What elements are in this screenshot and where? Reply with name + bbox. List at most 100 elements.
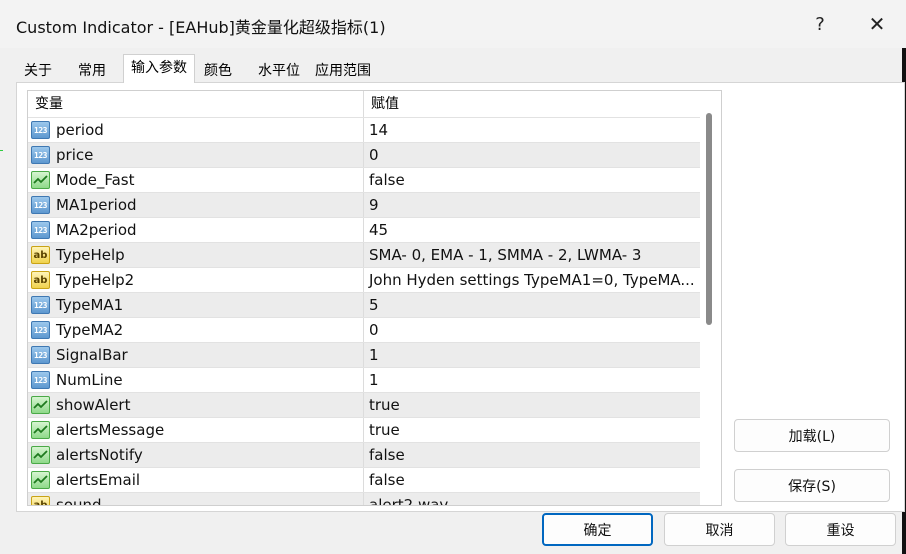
- save-button[interactable]: 保存(S): [734, 469, 890, 502]
- parameter-value[interactable]: 14: [364, 118, 700, 142]
- string-icon: ab: [31, 496, 50, 506]
- load-button[interactable]: 加载(L): [734, 419, 890, 452]
- tab-levels[interactable]: 水平位: [250, 58, 308, 82]
- help-button[interactable]: ?: [800, 8, 840, 40]
- table-row[interactable]: 123 TypeMA2 0: [28, 317, 700, 342]
- parameter-value[interactable]: 9: [364, 193, 700, 217]
- integer-glyph: 123: [34, 325, 47, 335]
- integer-icon: 123: [31, 196, 50, 214]
- string-glyph: ab: [33, 274, 48, 286]
- parameter-value[interactable]: John Hyden settings TypeMA1=0, TypeMA...: [364, 268, 700, 292]
- variable-cell: 123 price: [28, 143, 364, 167]
- table-row[interactable]: 123 TypeMA1 5: [28, 292, 700, 317]
- table-row[interactable]: 123 SignalBar 1: [28, 342, 700, 367]
- parameter-name: alertsMessage: [56, 421, 165, 439]
- parameter-value[interactable]: false: [364, 443, 700, 467]
- parameter-name: sound: [56, 496, 102, 506]
- parameter-value[interactable]: true: [364, 393, 700, 417]
- tab-colors[interactable]: 颜色: [196, 58, 240, 82]
- parameter-name: Mode_Fast: [56, 171, 135, 189]
- string-glyph: ab: [33, 499, 48, 506]
- integer-icon: 123: [31, 371, 50, 389]
- parameter-value[interactable]: 1: [364, 343, 700, 367]
- string-icon: ab: [31, 271, 50, 289]
- variable-cell: ab sound: [28, 493, 364, 506]
- variable-cell: alertsMessage: [28, 418, 364, 442]
- tab-common[interactable]: 常用: [70, 58, 114, 82]
- parameter-name: showAlert: [56, 396, 131, 414]
- parameter-value[interactable]: 1: [364, 368, 700, 392]
- parameter-name: TypeHelp: [56, 246, 125, 264]
- table-row[interactable]: alertsEmail false: [28, 467, 700, 492]
- table-row[interactable]: 123 MA2period 45: [28, 217, 700, 242]
- integer-icon: 123: [31, 121, 50, 139]
- parameter-name: MA2period: [56, 221, 137, 239]
- table-row[interactable]: 123 price 0: [28, 142, 700, 167]
- grid-header: 变量 赋值: [28, 91, 700, 117]
- table-row[interactable]: alertsMessage true: [28, 417, 700, 442]
- variable-cell: showAlert: [28, 393, 364, 417]
- variable-cell: 123 MA2period: [28, 218, 364, 242]
- window-title: Custom Indicator - [EAHub]黄金量化超级指标(1): [16, 18, 386, 37]
- parameter-value[interactable]: SMA- 0, EMA - 1, SMMA - 2, LWMA- 3: [364, 243, 700, 267]
- integer-glyph: 123: [34, 200, 47, 210]
- variable-cell: 123 period: [28, 118, 364, 142]
- table-row[interactable]: ab TypeHelp SMA- 0, EMA - 1, SMMA - 2, LWM…: [28, 242, 700, 267]
- parameter-name: TypeHelp2: [56, 271, 135, 289]
- tab-inputs[interactable]: 输入参数: [123, 54, 195, 83]
- table-row[interactable]: showAlert true: [28, 392, 700, 417]
- custom-indicator-dialog: Custom Indicator - [EAHub]黄金量化超级指标(1) ? …: [0, 0, 906, 554]
- parameter-name: price: [56, 146, 94, 164]
- ok-button[interactable]: 确定: [542, 513, 653, 546]
- grid-rows: 123 period 14 123 price 0 Mode_Fast false 123 MA1…: [28, 117, 700, 506]
- parameter-value[interactable]: false: [364, 168, 700, 192]
- variable-cell: 123 TypeMA1: [28, 293, 364, 317]
- integer-glyph: 123: [34, 125, 47, 135]
- boolean-icon: [31, 421, 50, 439]
- parameter-value[interactable]: 0: [364, 318, 700, 342]
- parameter-name: alertsEmail: [56, 471, 141, 489]
- table-row[interactable]: alertsNotify false: [28, 442, 700, 467]
- table-row[interactable]: 123 period 14: [28, 117, 700, 142]
- close-button[interactable]: ✕: [857, 8, 897, 40]
- integer-glyph: 123: [34, 375, 47, 385]
- parameter-value[interactable]: true: [364, 418, 700, 442]
- parameter-value[interactable]: 5: [364, 293, 700, 317]
- parameter-name: TypeMA1: [56, 296, 124, 314]
- parameter-value[interactable]: alert2.wav: [364, 493, 700, 505]
- integer-glyph: 123: [34, 350, 47, 360]
- parameter-name: period: [56, 121, 104, 139]
- variable-cell: 123 SignalBar: [28, 343, 364, 367]
- parameter-name: alertsNotify: [56, 446, 143, 464]
- variable-cell: alertsEmail: [28, 468, 364, 492]
- string-glyph: ab: [33, 249, 48, 261]
- integer-icon: 123: [31, 346, 50, 364]
- chart-background-tick: [0, 150, 3, 151]
- variable-cell: 123 MA1period: [28, 193, 364, 217]
- column-header-value[interactable]: 赋值: [364, 91, 700, 117]
- grid-scrollbar-thumb[interactable]: [706, 113, 712, 325]
- parameter-name: TypeMA2: [56, 321, 124, 339]
- tab-visualization[interactable]: 应用范围: [307, 58, 379, 82]
- parameter-name: NumLine: [56, 371, 123, 389]
- integer-icon: 123: [31, 296, 50, 314]
- variable-cell: ab TypeHelp: [28, 243, 364, 267]
- integer-icon: 123: [31, 146, 50, 164]
- table-row[interactable]: Mode_Fast false: [28, 167, 700, 192]
- table-row[interactable]: 123 NumLine 1: [28, 367, 700, 392]
- title-bar[interactable]: Custom Indicator - [EAHub]黄金量化超级指标(1) ? …: [0, 0, 906, 48]
- table-row[interactable]: ab TypeHelp2 John Hyden settings TypeMA1=0…: [28, 267, 700, 292]
- reset-button[interactable]: 重设: [785, 513, 896, 546]
- column-header-variable[interactable]: 变量: [28, 91, 364, 117]
- tab-about[interactable]: 关于: [16, 58, 60, 82]
- parameter-value[interactable]: 0: [364, 143, 700, 167]
- parameter-value[interactable]: false: [364, 468, 700, 492]
- integer-glyph: 123: [34, 225, 47, 235]
- integer-icon: 123: [31, 221, 50, 239]
- integer-glyph: 123: [34, 150, 47, 160]
- parameter-value[interactable]: 45: [364, 218, 700, 242]
- table-row[interactable]: 123 MA1period 9: [28, 192, 700, 217]
- string-icon: ab: [31, 246, 50, 264]
- table-row[interactable]: ab sound alert2.wav: [28, 492, 700, 506]
- cancel-button[interactable]: 取消: [664, 513, 775, 546]
